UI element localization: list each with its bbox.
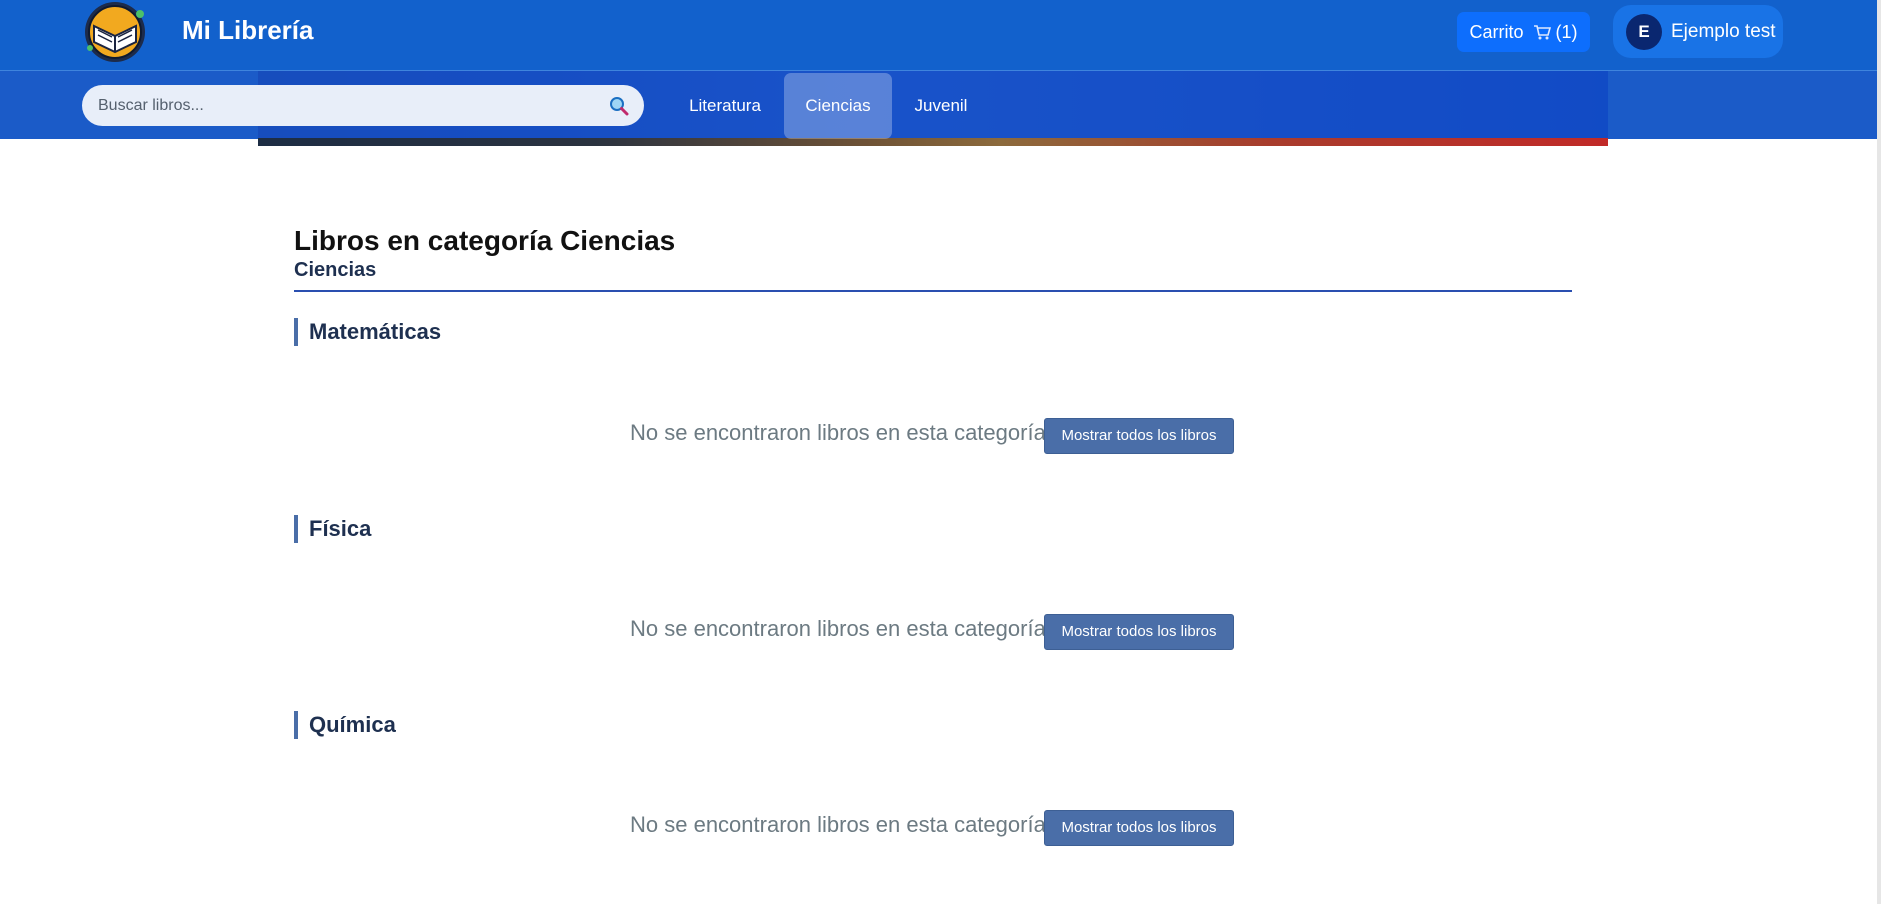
hero-image-strip [258, 138, 1608, 146]
user-name: Ejemplo test [1671, 21, 1776, 42]
page-subtitle: Ciencias [294, 259, 377, 281]
nav-item-juvenil[interactable]: Juvenil [897, 73, 985, 139]
cart-label: Carrito [1469, 22, 1524, 42]
avatar: E [1626, 14, 1662, 50]
section-heading-quimica: Química [294, 711, 396, 739]
show-all-books-button[interactable]: Mostrar todos los libros [1044, 418, 1234, 454]
search-input[interactable] [98, 85, 598, 126]
page-title: Libros en categoría Ciencias [294, 225, 676, 256]
cart-icon [1533, 14, 1551, 54]
top-header: Mi Librería Carrito (1) E Ejemplo test [0, 0, 1881, 71]
cart-count: (1) [1555, 22, 1578, 42]
cart-button[interactable]: Carrito (1) [1457, 12, 1590, 52]
nav-item-ciencias[interactable]: Ciencias [784, 73, 892, 139]
search-box [82, 85, 644, 126]
show-all-books-button[interactable]: Mostrar todos los libros [1044, 614, 1234, 650]
empty-message: No se encontraron libros en esta categor… [630, 812, 1046, 837]
nav-item-literatura[interactable]: Literatura [671, 73, 779, 139]
site-brand[interactable]: Mi Librería [182, 14, 313, 46]
book-logo-icon[interactable] [82, 0, 148, 66]
user-menu[interactable]: E Ejemplo test [1613, 5, 1783, 58]
section-heading-matematicas: Matemáticas [294, 318, 441, 346]
section-heading-fisica: Física [294, 515, 371, 543]
empty-message: No se encontraron libros en esta categor… [630, 420, 1046, 445]
scrollbar[interactable] [1877, 0, 1881, 904]
divider [294, 290, 1572, 292]
empty-message: No se encontraron libros en esta categor… [630, 616, 1046, 641]
search-icon[interactable] [609, 96, 629, 116]
show-all-books-button[interactable]: Mostrar todos los libros [1044, 810, 1234, 846]
